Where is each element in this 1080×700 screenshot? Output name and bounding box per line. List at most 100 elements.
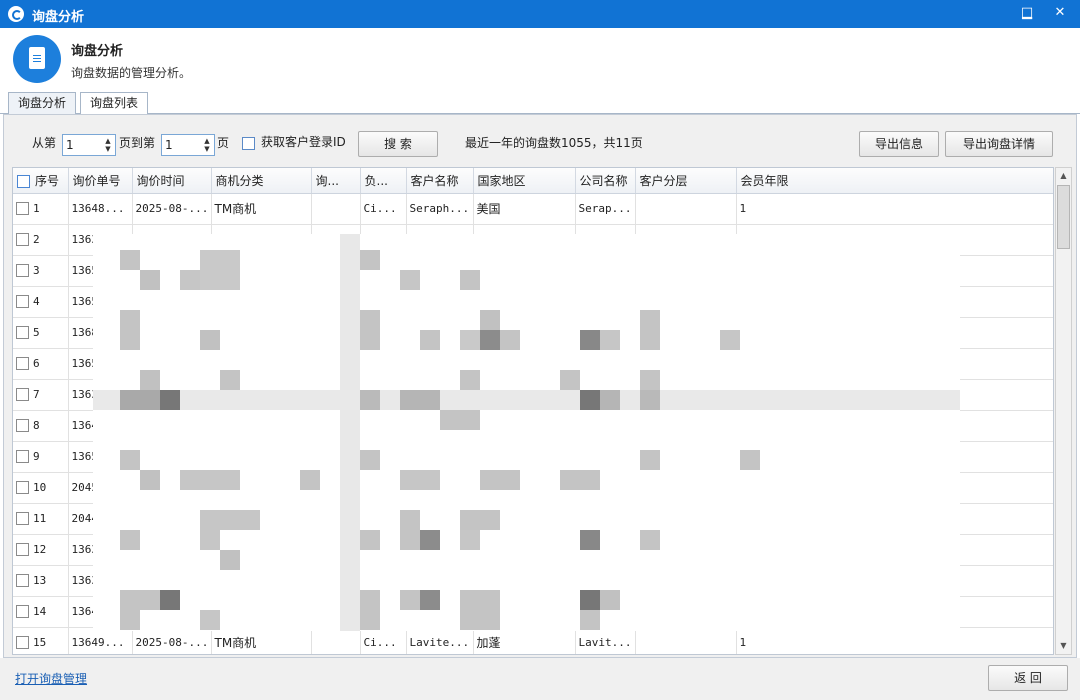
row-checkbox[interactable]: [16, 574, 29, 588]
export-detail-button[interactable]: 导出询盘详情: [945, 131, 1053, 157]
mosaic-block: [420, 330, 440, 350]
table-cell: TM商机: [211, 627, 312, 654]
row-checkbox[interactable]: [16, 605, 29, 619]
mosaic-block: [480, 310, 500, 330]
table-cell: 1: [736, 627, 1053, 654]
table-cell: 13648...: [68, 193, 133, 225]
maximize-button[interactable]: □: [1014, 2, 1040, 24]
mosaic-block: [140, 470, 160, 490]
column-header[interactable]: 商机分类: [211, 168, 312, 194]
column-header[interactable]: 客户名称: [406, 168, 474, 194]
export-info-button[interactable]: 导出信息: [859, 131, 939, 157]
table-row[interactable]: 15 13649... 2025-08-... TM商机 Ci... Lavite... 加…: [13, 627, 1053, 654]
search-button[interactable]: 搜 索: [358, 131, 438, 157]
to-page-stepper[interactable]: 1 ▲ ▼: [161, 134, 215, 156]
stepper-arrows-icon[interactable]: ▲ ▼: [103, 137, 113, 153]
scroll-thumb[interactable]: [1057, 185, 1070, 249]
mosaic-block: [360, 390, 380, 410]
back-button[interactable]: 返 回: [988, 665, 1068, 691]
mosaic-block: [200, 250, 240, 290]
row-checkbox[interactable]: [16, 450, 29, 464]
table-cell: 8: [13, 410, 69, 442]
close-button[interactable]: ✕: [1047, 2, 1073, 24]
cell-value: Ci...: [363, 636, 397, 649]
table-cell: TM商机: [211, 193, 312, 225]
scroll-down-icon[interactable]: ▼: [1057, 639, 1070, 653]
table-cell: 3: [13, 255, 69, 287]
mosaic-block: [600, 330, 620, 350]
row-checkbox[interactable]: [16, 233, 29, 247]
column-header[interactable]: 询价时间: [132, 168, 212, 194]
row-checkbox[interactable]: [16, 264, 29, 278]
column-header[interactable]: 负...: [360, 168, 407, 194]
window-title: 询盘分析: [32, 10, 85, 25]
mosaic-block: [600, 590, 620, 610]
row-checkbox[interactable]: [16, 481, 29, 495]
select-all-checkbox[interactable]: [17, 174, 30, 188]
tab-inquiry-analysis[interactable]: 询盘分析: [8, 92, 77, 114]
cell-value: 1: [739, 636, 747, 649]
cell-value: 7: [33, 387, 40, 401]
row-checkbox[interactable]: [16, 636, 29, 650]
mosaic-block: [420, 530, 440, 550]
mosaic-block: [220, 550, 240, 570]
mosaic-block: [360, 530, 380, 550]
from-page-stepper[interactable]: 1 ▲ ▼: [62, 134, 116, 156]
row-checkbox[interactable]: [16, 295, 29, 309]
redaction-mosaic: [93, 234, 960, 631]
column-header[interactable]: 询...: [311, 168, 361, 194]
mosaic-block: [140, 270, 160, 290]
row-checkbox[interactable]: [16, 388, 29, 402]
cell-value: TM商机: [214, 636, 257, 650]
mosaic-block: [400, 590, 420, 610]
column-header[interactable]: 会员年限: [736, 168, 1053, 194]
row-checkbox[interactable]: [16, 202, 29, 216]
column-header[interactable]: 客户分层: [635, 168, 737, 194]
mosaic-block: [360, 250, 380, 270]
cell-value: 11: [33, 511, 47, 525]
open-inquiry-management-link[interactable]: 打开询盘管理: [15, 670, 87, 687]
column-header[interactable]: 公司名称: [575, 168, 636, 194]
table-cell: 10: [13, 472, 69, 504]
column-header-label: 询...: [315, 173, 339, 188]
table-scrollbar[interactable]: ▲ ▼: [1055, 167, 1072, 655]
mosaic-block: [360, 590, 380, 630]
row-checkbox[interactable]: [16, 512, 29, 526]
login-id-checkbox[interactable]: [242, 137, 255, 150]
mosaic-block: [740, 450, 760, 470]
cell-value: Lavit...: [578, 636, 632, 649]
mosaic-block: [300, 470, 320, 490]
table-cell: 4: [13, 286, 69, 318]
row-checkbox[interactable]: [16, 326, 29, 340]
tab-inquiry-list[interactable]: 询盘列表: [80, 92, 149, 115]
table-row[interactable]: 1 13648... 2025-08-... TM商机 Ci... Seraph... 美国…: [13, 193, 1053, 225]
cell-value: 2025-08-...: [135, 202, 209, 215]
app-logo-icon: [8, 6, 24, 22]
row-checkbox[interactable]: [16, 543, 29, 557]
column-header[interactable]: 询价单号: [68, 168, 133, 194]
stepper-arrows-icon[interactable]: ▲ ▼: [202, 137, 212, 153]
cell-value: 9: [33, 449, 40, 463]
mosaic-block: [440, 410, 480, 430]
title-bar: 询盘分析 ▁ □ ✕: [0, 0, 1080, 28]
mosaic-block: [600, 390, 620, 410]
mosaic-block: [200, 330, 220, 350]
column-header[interactable]: 国家地区: [473, 168, 576, 194]
mosaic-block: [460, 370, 480, 390]
row-checkbox[interactable]: [16, 357, 29, 371]
mosaic-block: [400, 470, 440, 490]
to-page-value: 1: [165, 138, 173, 152]
scroll-up-icon[interactable]: ▲: [1057, 169, 1070, 183]
cell-value: 6: [33, 356, 40, 370]
table-cell: 6: [13, 348, 69, 380]
mosaic-block: [580, 330, 600, 350]
mosaic-block: [500, 330, 520, 350]
from-page-label: 从第: [32, 136, 57, 150]
mosaic-block: [220, 370, 240, 390]
mosaic-block: [180, 470, 240, 490]
row-checkbox[interactable]: [16, 419, 29, 433]
table-cell: 1: [736, 193, 1053, 225]
column-header[interactable]: 序号: [13, 168, 69, 194]
table-cell: 11: [13, 503, 69, 535]
table-cell: [635, 627, 737, 654]
